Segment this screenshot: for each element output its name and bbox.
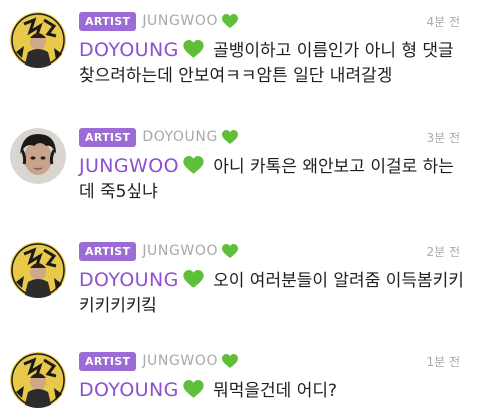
author-name[interactable]: JUNGWOO bbox=[142, 353, 218, 369]
artist-badge: ARTIST bbox=[79, 127, 137, 147]
green-heart-icon bbox=[222, 353, 239, 368]
timestamp: 2분 전 bbox=[426, 245, 460, 259]
comment-text: JUNGWOO 아니 카톡은 왜안보고 이걸로 하는데 죽5싶냐 bbox=[79, 154, 464, 205]
avatar[interactable] bbox=[10, 242, 66, 298]
timestamp: 4분 전 bbox=[426, 15, 460, 29]
comment-item[interactable]: ARTIST JUNGWOO 1분 전 DOYOUNG 뭐먹을건데 어디? bbox=[0, 340, 480, 418]
timestamp: 3분 전 bbox=[426, 131, 460, 145]
timestamp: 1분 전 bbox=[426, 355, 460, 369]
comment-meta: ARTIST DOYOUNG bbox=[79, 126, 238, 148]
comment-item[interactable]: ARTIST DOYOUNG 3분 전 JUNGWOO 아니 카톡은 왜안보고 … bbox=[0, 116, 480, 220]
mention-name[interactable]: DOYOUNG bbox=[79, 269, 179, 291]
comment-message: 뭐먹을건데 어디? bbox=[213, 381, 338, 401]
mention-name[interactable]: DOYOUNG bbox=[79, 39, 179, 61]
author-name[interactable]: JUNGWOO bbox=[142, 243, 218, 259]
green-heart-icon bbox=[183, 380, 204, 398]
artist-badge: ARTIST bbox=[79, 241, 137, 261]
mention-name[interactable]: DOYOUNG bbox=[79, 379, 179, 401]
green-heart-icon bbox=[221, 129, 238, 144]
green-heart-icon bbox=[222, 13, 239, 28]
comment-item[interactable]: ARTIST JUNGWOO 2분 전 DOYOUNG 오이 여러분들이 알려줌… bbox=[0, 230, 480, 334]
green-heart-icon bbox=[222, 243, 239, 258]
author-name[interactable]: DOYOUNG bbox=[142, 129, 218, 145]
comment-feed: ARTIST JUNGWOO 4분 전 DOYOUNG 골뱅이하고 이름인가 아… bbox=[0, 0, 480, 418]
avatar[interactable] bbox=[10, 128, 66, 184]
comment-item[interactable]: ARTIST JUNGWOO 4분 전 DOYOUNG 골뱅이하고 이름인가 아… bbox=[0, 0, 480, 110]
comment-meta: ARTIST JUNGWOO bbox=[79, 350, 239, 372]
author-name[interactable]: JUNGWOO bbox=[142, 13, 218, 29]
artist-badge: ARTIST bbox=[79, 11, 137, 31]
artist-badge: ARTIST bbox=[79, 351, 137, 371]
green-heart-icon bbox=[183, 156, 204, 174]
avatar[interactable] bbox=[10, 352, 66, 408]
green-heart-icon bbox=[183, 270, 204, 288]
comment-meta: ARTIST JUNGWOO bbox=[79, 10, 239, 32]
green-heart-icon bbox=[183, 40, 204, 58]
comment-text: DOYOUNG 골뱅이하고 이름인가 아니 형 댓글 찾으려하는데 안보여ㅋㅋ암… bbox=[79, 38, 464, 89]
comment-text: DOYOUNG 뭐먹을건데 어디? bbox=[79, 378, 464, 404]
avatar[interactable] bbox=[10, 12, 66, 68]
mention-name[interactable]: JUNGWOO bbox=[79, 155, 179, 177]
comment-text: DOYOUNG 오이 여러분들이 알려줌 이득봄키키키키키키킼 bbox=[79, 268, 464, 319]
comment-meta: ARTIST JUNGWOO bbox=[79, 240, 239, 262]
